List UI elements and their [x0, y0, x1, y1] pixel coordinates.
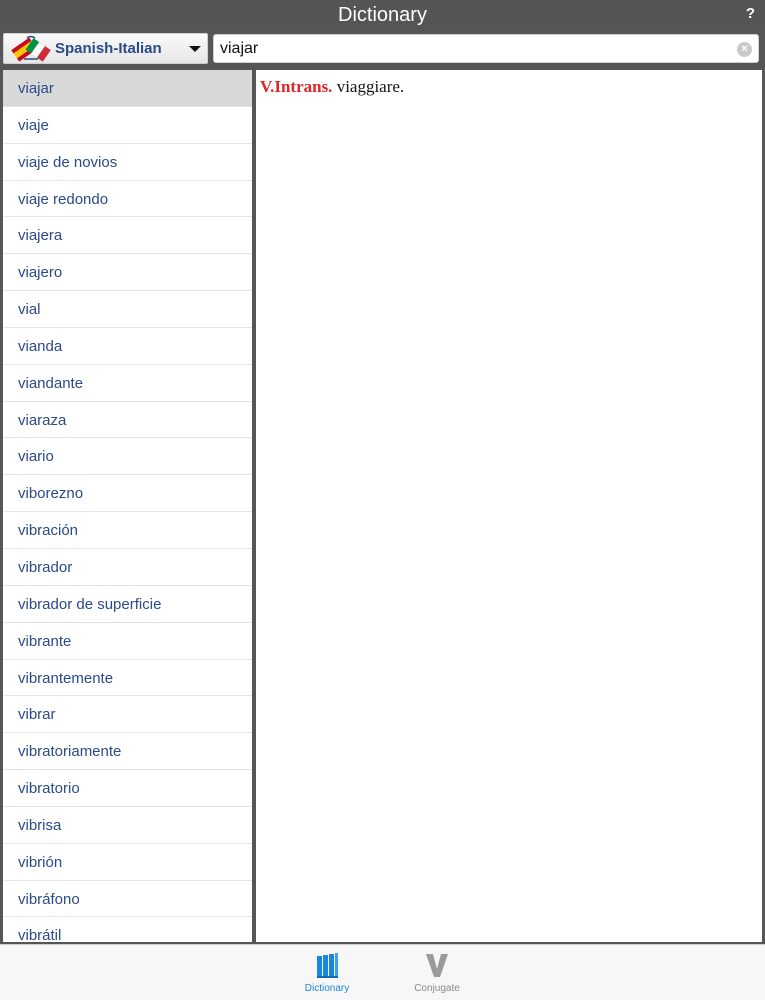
list-item[interactable]: vibrisa	[3, 807, 252, 844]
list-item[interactable]: viajar	[3, 70, 252, 107]
search-input[interactable]	[213, 34, 759, 63]
list-item[interactable]: viaje	[3, 107, 252, 144]
help-button[interactable]: ?	[746, 0, 755, 30]
page-title: Dictionary	[338, 4, 427, 26]
tab-conjugate[interactable]: Conjugate	[397, 951, 477, 999]
list-item[interactable]: vibrador	[3, 549, 252, 586]
part-of-speech: V.Intrans.	[260, 77, 333, 96]
tab-bar: Dictionary Conjugate	[0, 944, 765, 1000]
content-area: viajar viaje viaje de novios viaje redondo v…	[0, 68, 765, 944]
list-item[interactable]: vibratoriamente	[3, 733, 252, 771]
list-item[interactable]: viandante	[3, 365, 252, 402]
tab-conjugate-label: Conjugate	[414, 983, 460, 994]
list-item[interactable]: vibrante	[3, 623, 252, 660]
list-item[interactable]: vibrantemente	[3, 660, 252, 697]
spain-italy-flags-icon	[11, 35, 51, 62]
list-item[interactable]: viaraza	[3, 402, 252, 439]
chevron-down-icon	[189, 46, 201, 52]
translation-text: viaggiare.	[336, 77, 405, 96]
list-item[interactable]: vibrador de superficie	[3, 586, 252, 623]
list-item[interactable]: vibráfono	[3, 881, 252, 918]
app-window: Dictionary ? Spanish-Italian viajar × vi…	[0, 0, 765, 1000]
clear-search-icon[interactable]: ×	[737, 42, 752, 57]
tab-dictionary[interactable]: Dictionary	[287, 951, 367, 999]
v-letter-icon	[426, 954, 448, 977]
list-item[interactable]: vibratorio	[3, 770, 252, 807]
word-list[interactable]: viajar viaje viaje de novios viaje redondo v…	[3, 70, 252, 942]
list-item[interactable]: vibrión	[3, 844, 252, 881]
definition-pane: V.Intrans. viaggiare.	[256, 70, 762, 942]
search-row: Spanish-Italian ×	[0, 30, 765, 68]
list-item[interactable]: viborezno	[3, 475, 252, 513]
list-item[interactable]: viajero	[3, 254, 252, 292]
tab-dictionary-label: Dictionary	[304, 983, 350, 994]
list-item[interactable]: vibración	[3, 512, 252, 549]
language-pair-label: Spanish-Italian	[55, 40, 162, 57]
list-item[interactable]: vianda	[3, 328, 252, 365]
title-bar: Dictionary ?	[0, 0, 765, 30]
list-item[interactable]: vibrátil	[3, 917, 252, 942]
list-item[interactable]: vial	[3, 291, 252, 328]
list-item[interactable]: vibrar	[3, 696, 252, 734]
list-item[interactable]: viaje de novios	[3, 144, 252, 181]
language-pair-selector[interactable]: Spanish-Italian	[3, 33, 208, 64]
books-icon	[317, 953, 338, 978]
list-item[interactable]: viajera	[3, 217, 252, 255]
list-item[interactable]: viaje redondo	[3, 181, 252, 218]
list-item[interactable]: viario	[3, 438, 252, 476]
